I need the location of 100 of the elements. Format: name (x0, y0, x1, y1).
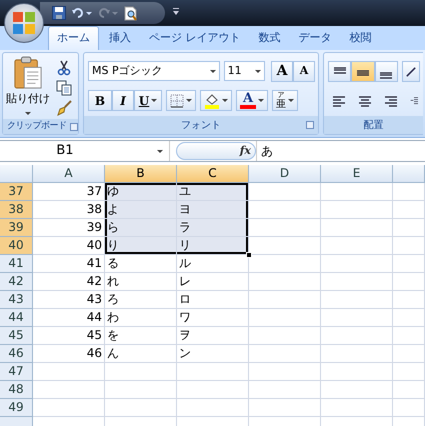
dialog-launcher-icon[interactable] (70, 122, 78, 130)
italic-button[interactable]: I (112, 90, 134, 111)
row-header[interactable]: 39 (0, 219, 33, 237)
cell[interactable] (177, 363, 249, 381)
row-header[interactable]: 37 (0, 183, 33, 201)
row-header[interactable]: 41 (0, 255, 33, 273)
cell[interactable]: よ (105, 201, 177, 219)
row-header[interactable]: 42 (0, 273, 33, 291)
cell[interactable] (249, 237, 321, 255)
cell[interactable] (321, 327, 393, 345)
select-all-button[interactable] (0, 165, 33, 183)
cell[interactable] (321, 183, 393, 201)
cell[interactable]: リ (177, 237, 249, 255)
fill-color-button[interactable] (200, 90, 232, 111)
column-header[interactable]: E (321, 165, 393, 183)
column-header[interactable]: C (177, 165, 249, 183)
cell[interactable]: ン (177, 345, 249, 363)
cell[interactable] (321, 309, 393, 327)
cell[interactable]: る (105, 255, 177, 273)
cell[interactable]: わ (105, 309, 177, 327)
cell[interactable] (249, 255, 321, 273)
formula-field[interactable]: あ (256, 141, 425, 161)
cell[interactable] (249, 219, 321, 237)
font-size-dropdown[interactable]: 11 (224, 61, 265, 81)
customize-caret-icon[interactable] (172, 8, 180, 16)
cell[interactable]: り (105, 237, 177, 255)
cell[interactable]: ラ (177, 219, 249, 237)
grow-font-button[interactable]: A (271, 61, 293, 82)
redo-button[interactable] (98, 7, 118, 19)
underline-button[interactable]: U (134, 90, 162, 111)
cell[interactable]: ル (177, 255, 249, 273)
ribbon-tab[interactable]: 挿入 (101, 26, 139, 50)
cell[interactable]: レ (177, 273, 249, 291)
cell[interactable] (249, 201, 321, 219)
row-header[interactable]: 46 (0, 345, 33, 363)
cell[interactable]: 44 (33, 309, 105, 327)
cell[interactable] (393, 291, 425, 309)
column-header[interactable]: D (249, 165, 321, 183)
cell[interactable] (321, 219, 393, 237)
cell[interactable] (177, 381, 249, 399)
cell[interactable] (33, 363, 105, 381)
copy-icon[interactable] (56, 80, 72, 96)
cell[interactable]: ヲ (177, 327, 249, 345)
cell[interactable] (393, 327, 425, 345)
cell[interactable] (249, 327, 321, 345)
row-header[interactable]: 40 (0, 237, 33, 255)
cut-icon[interactable] (56, 60, 72, 76)
borders-button[interactable] (166, 90, 196, 111)
dialog-launcher-icon[interactable] (306, 121, 314, 129)
cell[interactable] (393, 381, 425, 399)
cell[interactable] (321, 363, 393, 381)
cell[interactable] (321, 237, 393, 255)
cell[interactable] (321, 381, 393, 399)
insert-function-button[interactable]: fx (176, 142, 256, 160)
cell[interactable] (33, 381, 105, 399)
cell[interactable] (321, 201, 393, 219)
cell[interactable] (249, 399, 321, 417)
cell[interactable]: ゆ (105, 183, 177, 201)
row-header[interactable]: 43 (0, 291, 33, 309)
name-box[interactable]: B1 (0, 141, 170, 161)
fill-handle[interactable] (246, 252, 252, 258)
cell[interactable] (393, 183, 425, 201)
cell[interactable] (393, 255, 425, 273)
cell[interactable] (321, 345, 393, 363)
cell[interactable]: 45 (33, 327, 105, 345)
cell[interactable]: を (105, 327, 177, 345)
ribbon-tab[interactable]: データ (290, 26, 340, 50)
cell[interactable]: 43 (33, 291, 105, 309)
font-color-button[interactable]: A (236, 90, 268, 111)
cell[interactable] (249, 273, 321, 291)
cell[interactable] (321, 291, 393, 309)
cell[interactable] (393, 201, 425, 219)
row-header[interactable]: 49 (0, 399, 33, 417)
cell[interactable]: ロ (177, 291, 249, 309)
shrink-font-button[interactable]: A (293, 61, 315, 82)
ribbon-tab[interactable]: ページ レイアウト (141, 26, 248, 50)
row-header[interactable]: 47 (0, 363, 33, 381)
row-header[interactable]: 44 (0, 309, 33, 327)
column-header[interactable] (393, 165, 425, 183)
cell[interactable] (393, 363, 425, 381)
cell[interactable]: ろ (105, 291, 177, 309)
cell[interactable] (249, 363, 321, 381)
cell[interactable] (105, 399, 177, 417)
row-header[interactable]: 48 (0, 381, 33, 399)
cell[interactable]: 42 (33, 273, 105, 291)
cell[interactable] (393, 345, 425, 363)
format-painter-icon[interactable] (56, 100, 72, 116)
cell[interactable] (249, 381, 321, 399)
cell[interactable]: ヨ (177, 201, 249, 219)
cell[interactable] (249, 345, 321, 363)
row-header[interactable]: 38 (0, 201, 33, 219)
undo-button[interactable] (72, 7, 92, 19)
cell[interactable]: れ (105, 273, 177, 291)
ribbon-tab[interactable]: ホーム (48, 26, 99, 50)
bold-button[interactable]: B (88, 90, 112, 111)
align-bottom-button[interactable] (374, 61, 398, 82)
cell[interactable] (393, 309, 425, 327)
ribbon-tab[interactable]: 数式 (250, 26, 288, 50)
cell[interactable]: ん (105, 345, 177, 363)
row-header[interactable]: 45 (0, 327, 33, 345)
